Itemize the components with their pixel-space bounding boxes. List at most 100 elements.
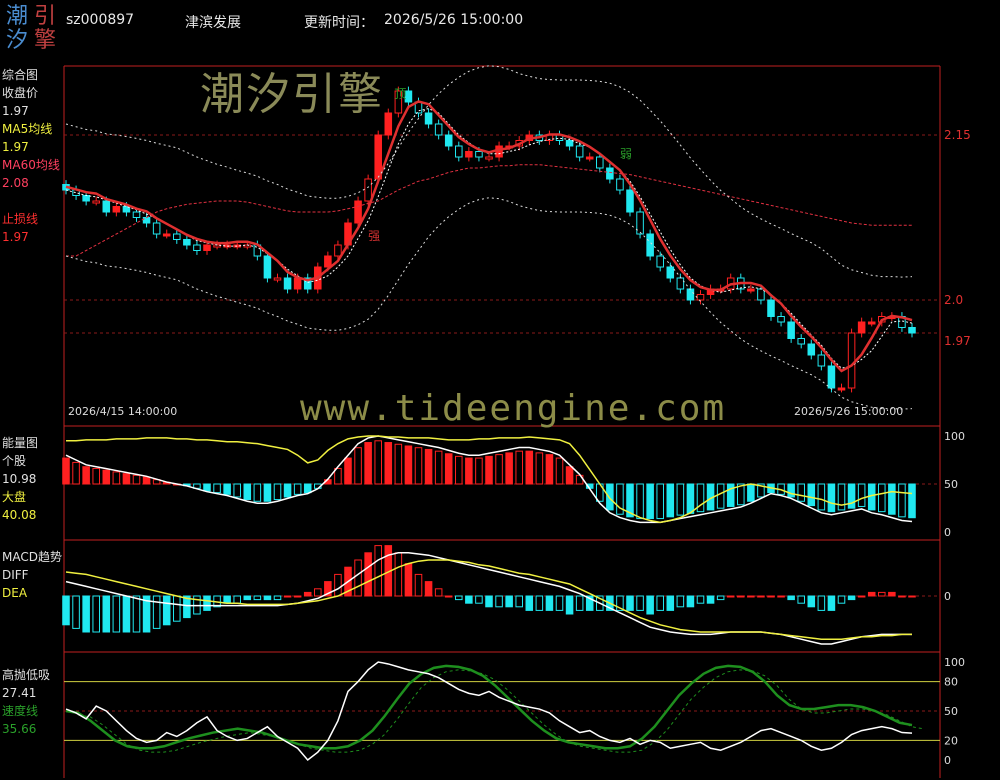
energy-bar: [505, 452, 513, 485]
energy-bar: [908, 483, 916, 519]
macd-histogram-bar: [837, 595, 846, 604]
energy-bar: [404, 445, 413, 485]
up-candle: [837, 387, 846, 391]
macd-histogram-bar: [485, 595, 493, 608]
macd-tick-label: 0: [944, 590, 951, 603]
energy-bar: [374, 440, 382, 485]
energy-bar: [898, 483, 906, 518]
energy-bar: [303, 483, 312, 494]
macd-histogram-bar: [62, 595, 70, 626]
energy-bar: [223, 483, 231, 495]
down-candle: [616, 178, 624, 191]
main-tick-label: 1.97: [944, 334, 971, 348]
macd-histogram-bar: [293, 595, 302, 598]
energy-bar: [455, 455, 463, 485]
energy-bar: [92, 467, 100, 485]
weak-marker: 弱: [620, 147, 632, 161]
energy-bar: [102, 469, 111, 485]
energy-bar: [646, 483, 654, 520]
macd-histogram-bar: [666, 595, 675, 611]
macd-histogram-bar: [394, 552, 403, 597]
macd-histogram-bar: [737, 595, 745, 598]
macd-histogram-bar: [827, 595, 836, 611]
macd-histogram-bar: [575, 595, 584, 611]
energy-bar: [857, 483, 866, 507]
macd-histogram-bar: [132, 595, 141, 633]
down-candle: [434, 123, 443, 136]
date-end: 2026/5/26 15:00:00: [794, 405, 903, 418]
down-candle: [183, 239, 191, 246]
up-candle: [485, 156, 493, 160]
down-candle: [82, 195, 90, 202]
speed-line: [65, 664, 913, 750]
energy-bar: [344, 457, 352, 485]
macd-histogram-bar: [767, 595, 775, 598]
macd-histogram-bar: [455, 595, 463, 601]
macd-histogram-bar: [444, 595, 453, 598]
macd-histogram-bar: [233, 595, 241, 604]
up-candle: [203, 244, 211, 251]
energy-bar: [233, 483, 241, 498]
energy-bar: [334, 467, 342, 485]
macd-histogram-bar: [908, 595, 916, 598]
energy-bar: [475, 457, 483, 485]
down-candle: [817, 354, 826, 367]
energy-bar: [716, 483, 725, 509]
macd-histogram-bar: [716, 595, 725, 601]
macd-histogram-bar: [314, 588, 322, 597]
energy-bar: [878, 483, 886, 513]
down-candle: [173, 233, 181, 240]
macd-histogram-bar: [857, 595, 866, 598]
macd-histogram-bar: [757, 595, 765, 598]
down-candle: [193, 244, 201, 251]
macd-histogram-bar: [646, 595, 654, 615]
up-candle: [495, 145, 503, 158]
macd-histogram-bar: [273, 595, 282, 601]
up-candle: [696, 294, 705, 301]
macd-histogram-bar: [626, 595, 634, 611]
up-candle: [747, 288, 755, 292]
down-candle: [132, 211, 141, 218]
down-candle: [152, 222, 161, 235]
up-candle: [112, 206, 121, 213]
energy-bar: [384, 442, 393, 485]
down-candle: [656, 255, 664, 268]
down-candle: [767, 299, 775, 317]
macd-histogram-bar: [847, 595, 856, 601]
up-candle: [867, 321, 876, 325]
osc-tick-label: 100: [944, 656, 965, 669]
energy-bar: [807, 483, 816, 507]
down-candle: [455, 145, 463, 158]
macd-histogram-bar: [283, 595, 292, 598]
energy-bar: [495, 454, 503, 485]
energy-bar: [847, 483, 856, 509]
energy-bar: [676, 483, 685, 516]
macd-histogram-bar: [364, 552, 372, 597]
down-candle: [797, 338, 805, 345]
macd-histogram-bar: [777, 595, 785, 598]
macd-histogram-bar: [263, 595, 272, 601]
macd-histogram-bar: [495, 595, 503, 608]
energy-bar: [132, 474, 141, 485]
lower-band-line: [65, 197, 913, 410]
up-candle: [293, 277, 302, 290]
macd-histogram-bar: [867, 591, 876, 597]
down-candle: [575, 145, 584, 158]
macd-histogram-bar: [152, 595, 161, 629]
energy-tick-label: 0: [944, 526, 951, 539]
top-marker: 顶: [394, 87, 406, 101]
up-candle: [324, 255, 332, 268]
energy-bar: [293, 483, 302, 495]
energy-bar: [656, 483, 664, 520]
down-candle: [606, 167, 614, 180]
energy-bar: [535, 452, 544, 485]
macd-histogram-bar: [223, 595, 231, 604]
macd-histogram-bar: [253, 595, 262, 601]
down-candle: [263, 255, 272, 279]
osc-tick-label: 50: [944, 705, 958, 718]
up-candle: [162, 233, 171, 237]
energy-tick-label: 100: [944, 430, 965, 443]
up-candle: [273, 277, 282, 281]
energy-bar: [354, 447, 362, 485]
osc-tick-label: 20: [944, 734, 958, 747]
